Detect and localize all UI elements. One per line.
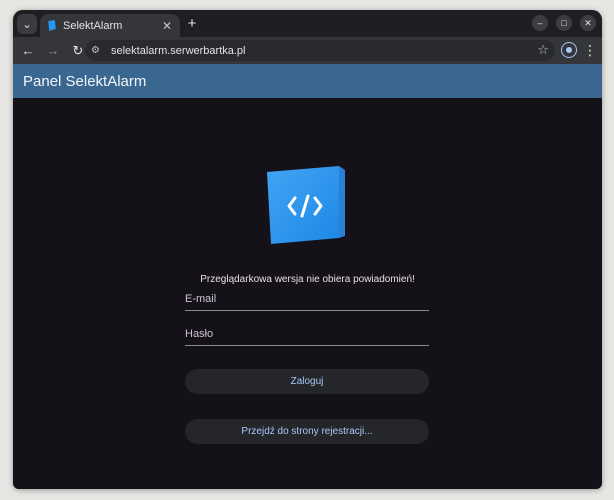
- minimize-icon[interactable]: –: [532, 15, 548, 31]
- tab-close-icon[interactable]: ✕: [160, 19, 174, 33]
- url-text: selektalarm.serwerbartka.pl: [111, 44, 246, 57]
- new-tab-icon[interactable]: +: [183, 15, 201, 33]
- tab-strip: ⌄ SelektAlarm ✕ + – □ ✕: [13, 10, 602, 37]
- tab-search-icon[interactable]: ⌄: [17, 14, 37, 34]
- code-brackets-icon: [267, 166, 345, 244]
- login-button[interactable]: Zaloguj: [185, 369, 429, 394]
- page-content: Panel SelektAlarm Przeglądarkowa wersja …: [13, 64, 602, 489]
- browser-toolbar: ← → ↻ ⚙ selektalarm.serwerbartka.pl ☆ ⋮: [13, 37, 602, 64]
- bookmark-star-icon[interactable]: ☆: [537, 42, 549, 58]
- app-bar: Panel SelektAlarm: [13, 64, 602, 98]
- favicon-icon: [48, 20, 56, 31]
- browser-window: ⌄ SelektAlarm ✕ + – □ ✕ ← → ↻ ⚙ selektal…: [13, 10, 602, 489]
- site-info-icon[interactable]: ⚙: [91, 45, 105, 56]
- tab-title: SelektAlarm: [63, 19, 123, 32]
- app-title: Panel SelektAlarm: [23, 72, 147, 90]
- email-field: [185, 287, 429, 311]
- register-button[interactable]: Przejdź do strony rejestracji...: [185, 419, 429, 444]
- close-window-icon[interactable]: ✕: [580, 15, 596, 31]
- notification-warning: Przeglądarkowa wersja nie obiera powiado…: [200, 274, 415, 285]
- email-input[interactable]: [185, 287, 429, 310]
- address-bar[interactable]: ⚙ selektalarm.serwerbartka.pl ☆: [85, 40, 555, 61]
- password-field: [185, 322, 429, 346]
- forward-icon[interactable]: →: [43, 41, 63, 61]
- password-input[interactable]: [185, 322, 429, 345]
- profile-icon[interactable]: [561, 42, 577, 58]
- window-controls: – □ ✕: [532, 15, 596, 31]
- back-icon[interactable]: ←: [18, 41, 38, 61]
- maximize-icon[interactable]: □: [556, 15, 572, 31]
- browser-tab[interactable]: SelektAlarm ✕: [40, 14, 180, 37]
- menu-icon[interactable]: ⋮: [583, 41, 597, 59]
